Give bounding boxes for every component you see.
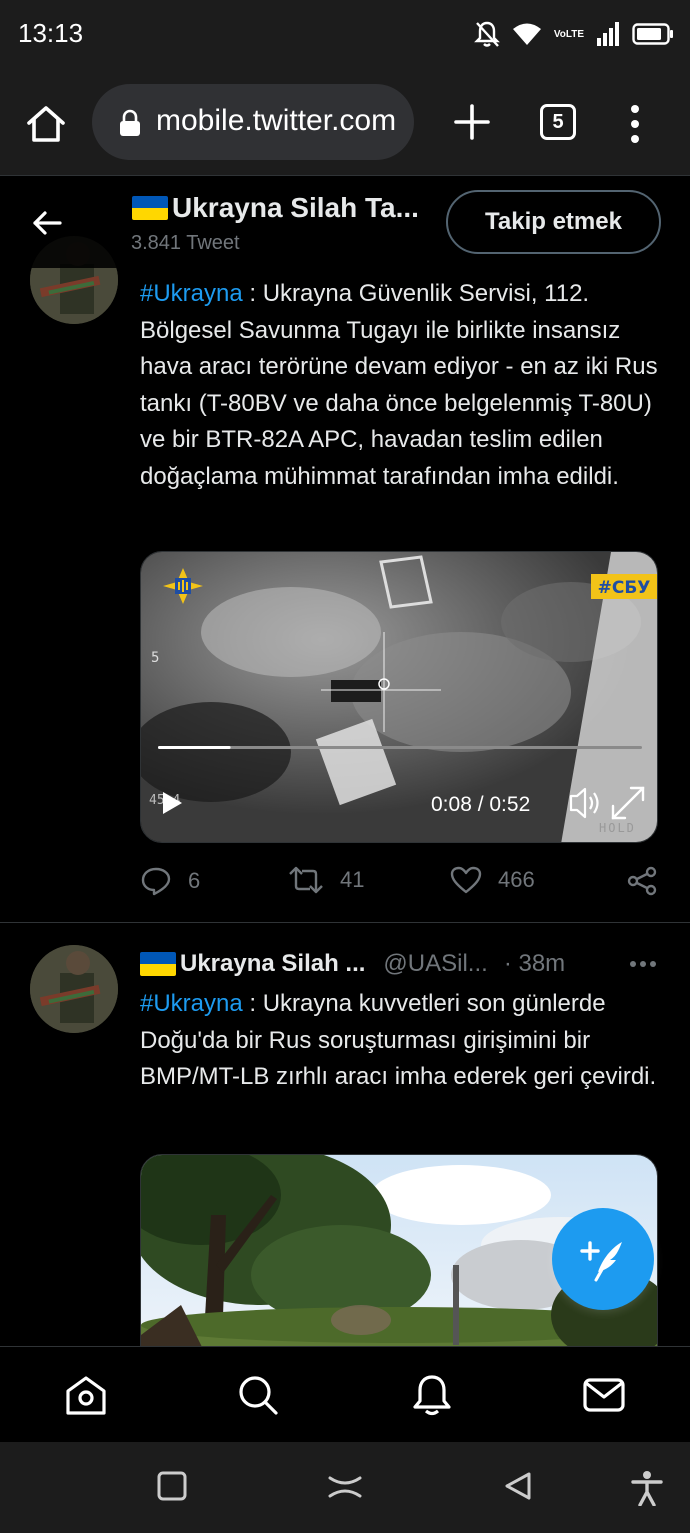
battery-icon bbox=[632, 23, 673, 45]
wifi-icon bbox=[512, 23, 541, 45]
share-icon bbox=[627, 866, 657, 896]
ukraine-flag-icon bbox=[140, 952, 176, 976]
tab-switcher-button[interactable]: 5 bbox=[540, 104, 576, 140]
like-count: 466 bbox=[498, 867, 535, 892]
like-action[interactable]: 466 bbox=[450, 866, 535, 894]
tweet-divider bbox=[0, 922, 690, 923]
tweet-body: : Ukrayna Güvenlik Servisi, 112. Bölgese… bbox=[140, 280, 658, 490]
hashtag-link[interactable]: #Ukrayna bbox=[140, 280, 243, 307]
tweet-actions: 6 41 466 bbox=[140, 866, 665, 902]
status-icons: VoLTE bbox=[473, 20, 674, 48]
reply-count: 6 bbox=[188, 868, 201, 893]
ukraine-flag-icon bbox=[132, 196, 168, 220]
video-time: 0:08 / 0:52 bbox=[431, 793, 530, 816]
tweet-count: 3.841 Tweet bbox=[131, 232, 240, 254]
video-player[interactable]: 5 45 4 HOLD #СБУ 0:08 / 0:52 bbox=[140, 551, 658, 843]
tweet-text: #Ukrayna : Ukrayna kuvvetleri son günler… bbox=[140, 986, 665, 1096]
home-gesture-icon[interactable] bbox=[326, 1470, 364, 1502]
tweet-text: #Ukrayna : Ukrayna Güvenlik Servisi, 112… bbox=[140, 276, 665, 495]
video-overlay-hold: HOLD bbox=[599, 821, 636, 835]
bottom-nav bbox=[0, 1346, 690, 1442]
recent-apps-icon[interactable] bbox=[156, 1470, 188, 1502]
heart-icon bbox=[450, 866, 482, 894]
hashtag-link[interactable]: #Ukrayna bbox=[140, 990, 243, 1017]
retweet-icon bbox=[289, 866, 323, 894]
avatar[interactable] bbox=[30, 945, 118, 1033]
notifications-nav-icon[interactable] bbox=[410, 1373, 454, 1417]
avatar-image bbox=[30, 945, 118, 1033]
profile-name-text: Ukrayna Silah Ta... bbox=[172, 192, 419, 223]
video-overlay-digit: 5 bbox=[151, 650, 159, 666]
follow-button[interactable]: Takip etmek bbox=[446, 190, 661, 254]
back-arrow-icon[interactable] bbox=[30, 206, 64, 240]
back-nav-icon[interactable] bbox=[502, 1470, 534, 1502]
system-navigation-bar bbox=[0, 1442, 690, 1533]
accessibility-icon[interactable] bbox=[630, 1470, 664, 1506]
profile-name: Ukrayna Silah Ta... bbox=[132, 192, 419, 224]
notifications-off-icon bbox=[473, 21, 500, 47]
url-bar[interactable]: mobile.twitter.com bbox=[92, 84, 414, 160]
share-action[interactable] bbox=[626, 866, 658, 896]
messages-nav-icon[interactable] bbox=[582, 1373, 626, 1417]
retweet-action[interactable]: 41 bbox=[288, 866, 364, 894]
new-tab-icon[interactable] bbox=[452, 102, 492, 142]
tweet-time[interactable]: · 38m bbox=[504, 950, 565, 978]
home-nav-icon[interactable] bbox=[64, 1373, 108, 1417]
profile-header: Ukrayna Silah Ta... 3.841 Tweet Takip et… bbox=[0, 176, 690, 268]
author-handle[interactable]: @UASil... bbox=[383, 950, 487, 978]
signal-icon bbox=[597, 22, 619, 46]
browser-toolbar: mobile.twitter.com 5 bbox=[0, 70, 690, 176]
retweet-count: 41 bbox=[340, 867, 365, 892]
reply-action[interactable]: 6 bbox=[140, 866, 200, 896]
url-text: mobile.twitter.com bbox=[156, 104, 397, 137]
video-progress-fill bbox=[158, 746, 231, 749]
lock-icon bbox=[120, 109, 140, 136]
sbu-tag: #СБУ bbox=[598, 578, 651, 598]
volte-label: VoLTE bbox=[553, 28, 584, 40]
author-name[interactable]: Ukrayna Silah ... bbox=[140, 950, 365, 978]
video-thumbnail: 5 45 4 HOLD #СБУ 0:08 / 0:52 bbox=[141, 552, 657, 842]
compose-tweet-button[interactable] bbox=[552, 1208, 654, 1310]
compose-feather-icon bbox=[580, 1241, 622, 1282]
search-nav-icon[interactable] bbox=[236, 1373, 280, 1417]
author-name-text: Ukrayna Silah ... bbox=[180, 950, 366, 977]
more-options-icon[interactable] bbox=[622, 104, 648, 144]
home-icon[interactable] bbox=[24, 102, 68, 146]
status-bar: 13:13 VoLTE bbox=[0, 0, 690, 70]
more-icon[interactable] bbox=[629, 960, 657, 968]
status-time: 13:13 bbox=[18, 18, 84, 48]
reply-icon bbox=[141, 867, 171, 896]
tweet-header: Ukrayna Silah ... @UASil... · 38m bbox=[140, 946, 665, 982]
video-progress-track[interactable] bbox=[158, 746, 642, 749]
